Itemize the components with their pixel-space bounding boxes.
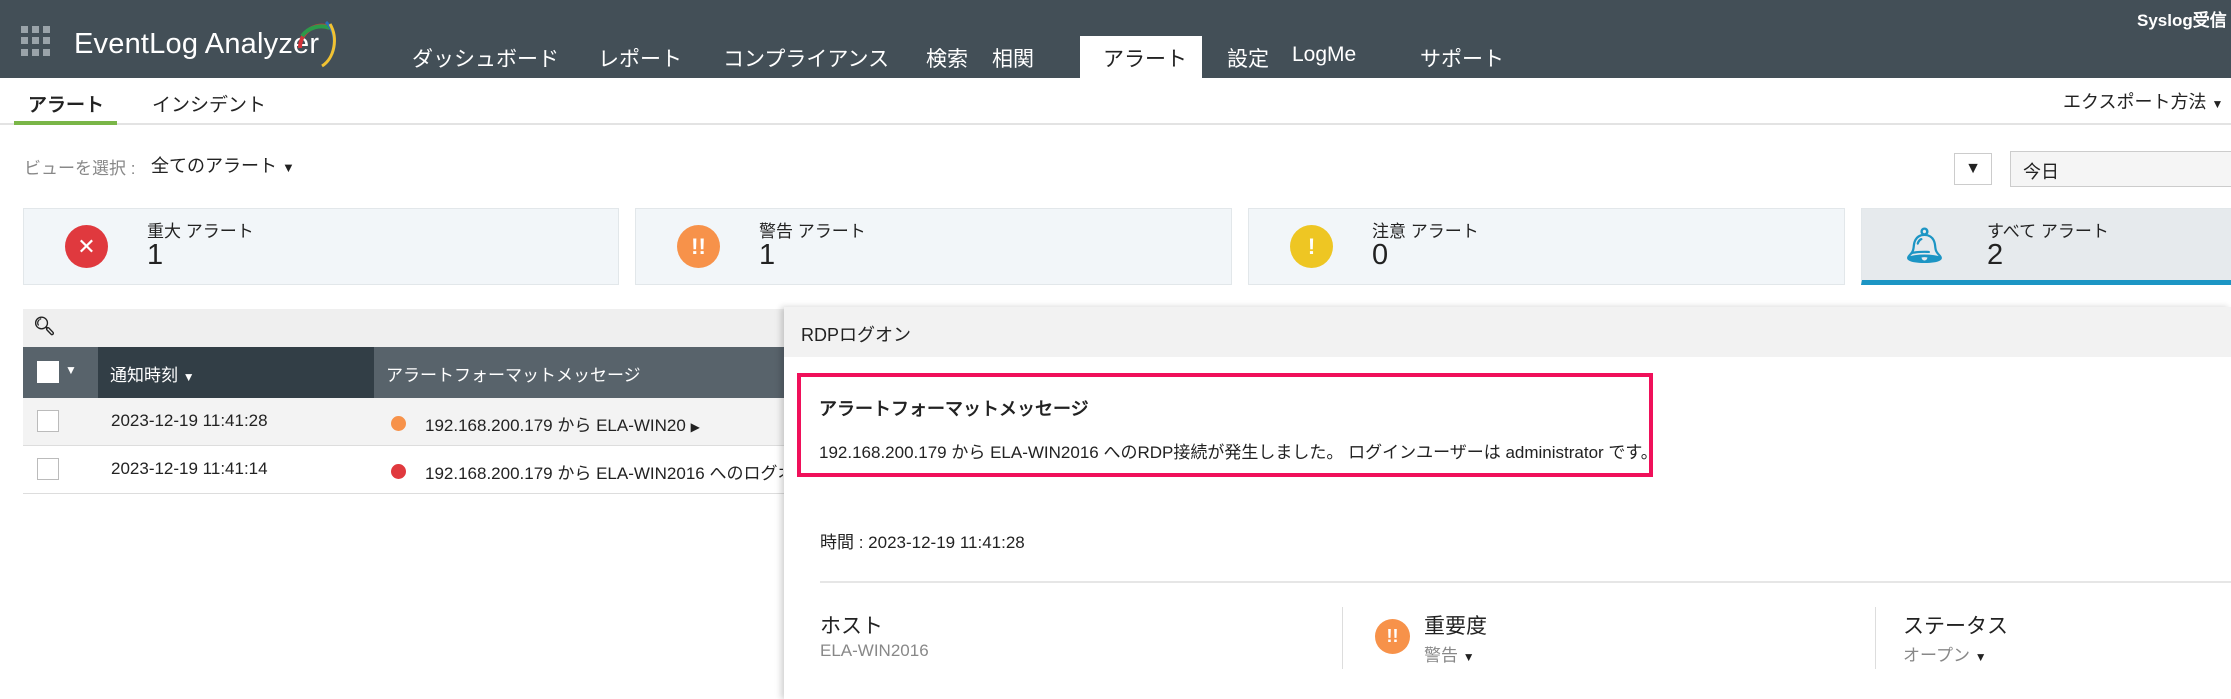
subtab-incidents[interactable]: インシデント [152,90,266,117]
active-subtab-indicator [14,121,117,125]
card-all[interactable]: 🔔︎ すべて アラート 2 [1861,208,2231,285]
row-time: 2023-12-19 11:41:14 [111,459,268,478]
caret-down-icon: ▼ [2211,97,2224,111]
syslog-status[interactable]: Syslog受信 [2137,6,2227,31]
period-select[interactable]: 今日 [2010,151,2231,187]
message-text: 192.168.200.179 から ELA-WIN2016 へのRDP接続が発… [819,443,1658,462]
card-count: 1 [759,239,776,271]
caret-right-icon[interactable]: ▶ [691,420,700,434]
nav-search[interactable]: 検索 [926,43,968,73]
column-time-label: 通知時刻 [110,366,178,385]
host-label: ホスト [820,615,883,638]
severity-value: 警告 [1424,646,1458,665]
logo-arcs-icon [297,20,336,68]
search-icon[interactable]: 🔍︎ [33,316,56,337]
card-count: 0 [1372,239,1389,271]
exclamation-icon: ! [1290,225,1333,268]
table-row[interactable]: 2023-12-19 11:41:14 192.168.200.179 から E… [23,446,784,494]
nav-dashboard[interactable]: ダッシュボード [412,43,559,73]
view-label: ビューを選択 : [24,159,136,178]
severity-label: 重要度 [1424,615,1487,638]
card-attention[interactable]: ! 注意 アラート 0 [1248,208,1845,285]
nav-logme[interactable]: LogMe [1292,43,1356,67]
row-message: 192.168.200.179 から ELA-WIN2016 へのログオ [425,464,783,483]
filter-button[interactable]: ▼ [1954,153,1992,185]
view-value: 全てのアラート [151,156,277,176]
nav-reports[interactable]: レポート [598,43,682,73]
divider [1342,607,1343,669]
row-checkbox[interactable] [37,410,59,432]
table-header: ▼ 通知時刻 ▼ アラートフォーマットメッセージ [23,347,784,398]
sort-desc-icon: ▼ [182,370,195,384]
status-select[interactable]: オープン ▼ [1903,641,1987,666]
row-message-text: 192.168.200.179 から ELA-WIN20 [425,416,686,435]
row-message: 192.168.200.179 から ELA-WIN20 ▶ [425,411,700,436]
app-logo: EventLog Analyzer [74,28,320,60]
export-menu[interactable]: エクスポート方法 ▼ [2063,88,2223,114]
severity-dot [391,416,406,431]
table-row[interactable]: 2023-12-19 11:41:28 192.168.200.179 から E… [23,398,784,446]
caret-down-icon[interactable]: ▼ [65,363,77,377]
row-checkbox[interactable] [37,458,59,480]
nav-alerts[interactable]: アラート [1103,43,1187,73]
top-bar: EventLog Analyzer ダッシュボード レポート コンプライアンス … [0,0,2231,78]
panel-title: RDPログオン [784,307,2231,357]
select-all-checkbox[interactable] [37,361,59,383]
caret-down-icon: ▼ [1462,650,1475,664]
app-grid-icon[interactable] [21,26,51,56]
status-value: オープン [1903,646,1970,665]
sub-nav [0,78,2231,125]
bell-icon: 🔔︎ [1903,227,1947,265]
alert-time: 時間 : 2023-12-19 11:41:28 [820,533,1025,552]
filter-icon: ▼ [1965,160,1981,177]
double-exclamation-icon: !! [1375,619,1410,654]
caret-down-icon: ▼ [1974,650,1987,664]
card-critical[interactable]: ✕ 重大 アラート 1 [23,208,619,285]
view-select[interactable]: 全てのアラート ▼ [151,152,295,178]
row-time: 2023-12-19 11:41:28 [111,411,268,430]
table-search-bar: 🔍︎ [23,309,784,347]
select-all-column: ▼ [23,347,98,398]
host-value: ELA-WIN2016 [820,641,929,660]
card-count: 2 [1987,239,2004,271]
status-label: ステータス [1903,615,2008,638]
highlight-box: アラートフォーマットメッセージ 192.168.200.179 から ELA-W… [797,373,1658,477]
nav-settings[interactable]: 設定 [1227,43,1269,73]
severity-select[interactable]: 警告 ▼ [1424,641,1475,666]
card-count: 1 [147,239,164,271]
nav-compliance[interactable]: コンプライアンス [723,43,889,73]
divider [820,581,2231,583]
alert-detail-panel: RDPログオン アラートフォーマットメッセージ 192.168.200.179 … [784,307,2231,699]
severity-dot [391,464,406,479]
card-label: すべて アラート [1987,222,2109,241]
message-title: アラートフォーマットメッセージ [819,399,1089,419]
double-exclamation-icon: !! [677,225,720,268]
export-label: エクスポート方法 [2063,92,2207,112]
subtab-alerts[interactable]: アラート [28,90,104,117]
nav-support[interactable]: サポート [1420,43,1504,73]
nav-correlation[interactable]: 相関 [992,43,1034,73]
column-message[interactable]: アラートフォーマットメッセージ [374,347,784,398]
caret-down-icon: ▼ [282,160,295,175]
x-icon: ✕ [65,225,108,268]
card-warning[interactable]: !! 警告 アラート 1 [635,208,1232,285]
column-time[interactable]: 通知時刻 ▼ [98,347,374,398]
divider [1875,607,1876,669]
